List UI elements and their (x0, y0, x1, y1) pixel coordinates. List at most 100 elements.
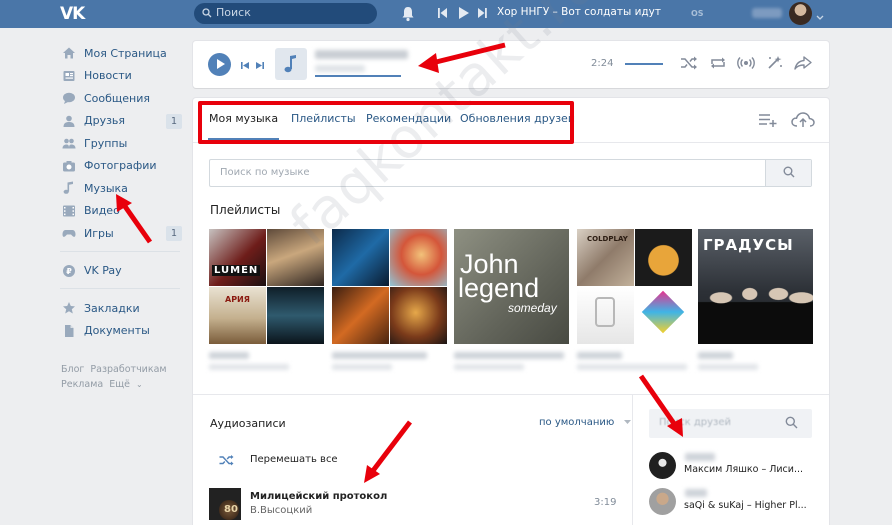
playlist-caption-blurred (577, 364, 687, 370)
footer-ads-link[interactable]: Реклама (61, 379, 103, 390)
sidebar-item-my-page[interactable]: Моя Страница (60, 42, 185, 65)
next-track-icon[interactable] (255, 59, 264, 73)
playlist-caption-blurred (209, 352, 249, 359)
volume-slider[interactable] (625, 63, 663, 65)
friend-avatar (649, 488, 676, 515)
music-search-input[interactable]: Поиск по музыке (209, 159, 812, 187)
music-note-icon (62, 181, 76, 195)
album-art (390, 287, 447, 344)
sidebar-item-label: Игры (84, 226, 114, 240)
user-name-blurred[interactable] (752, 8, 782, 18)
previous-track-icon[interactable] (241, 59, 250, 73)
recommendations-icon[interactable] (766, 55, 784, 74)
playlist-caption-blurred (454, 352, 564, 359)
album-art (267, 287, 324, 344)
playlist-cover-4[interactable]: COLDPLAY (577, 229, 692, 344)
friends-badge: 1 (166, 113, 182, 129)
sidebar-item-video[interactable]: Видео (60, 200, 185, 223)
player-time: 2:24 (591, 58, 614, 69)
sidebar-item-bookmarks[interactable]: Закладки (60, 297, 185, 320)
column-divider (632, 394, 633, 525)
shuffle-icon[interactable] (680, 55, 698, 74)
album-art (332, 229, 389, 286)
sidebar-item-label: Друзья (84, 114, 126, 128)
search-icon (785, 416, 798, 432)
sidebar-item-friends[interactable]: Друзья 1 (60, 110, 185, 133)
music-search-button[interactable] (765, 160, 811, 186)
header-search-input[interactable]: Поиск (194, 3, 377, 24)
music-content-panel: Моя музыка Плейлисты Рекомендации Обновл… (193, 98, 829, 525)
player-track-artist-blurred[interactable] (315, 65, 365, 72)
playlist-cover-1[interactable]: LUMEN АРИЯ (209, 229, 324, 344)
chevron-down-icon[interactable] (816, 10, 824, 24)
music-search-placeholder: Поиск по музыке (220, 167, 310, 178)
sidebar-item-documents[interactable]: Документы (60, 320, 185, 343)
friend-song[interactable]: saQi & suKaj – Higher Pl... (684, 500, 824, 511)
gamepad-icon (62, 226, 76, 240)
album-art: LUMEN (209, 229, 266, 286)
playlist-caption-blurred (454, 364, 524, 370)
sidebar-item-photos[interactable]: Фотографии (60, 155, 185, 178)
audio-row[interactable]: 80 Милицейский протокол В.Высоцкий 3:19 (209, 488, 616, 522)
music-tabs: Моя музыка Плейлисты Рекомендации Обновл… (193, 98, 829, 143)
sort-dropdown[interactable]: по умолчанию (539, 417, 631, 428)
header-player-controls (438, 6, 493, 23)
notifications-bell-icon[interactable] (401, 6, 415, 25)
track-artist[interactable]: В.Высоцкий (250, 505, 312, 516)
friend-audio-item[interactable]: saQi & suKaj – Higher Pl... (649, 488, 824, 520)
friend-name-blurred (685, 453, 715, 461)
chevron-down-icon[interactable]: ⌄ (136, 380, 143, 389)
player-progress-bar[interactable] (315, 75, 401, 77)
album-art-label: АРИЯ (225, 295, 250, 304)
active-tab-indicator (208, 138, 279, 140)
sidebar-item-music[interactable]: Музыка (60, 177, 185, 200)
footer-more-link[interactable]: Ещё (109, 379, 130, 390)
friend-song[interactable]: Максим Ляшко – Лиси... (684, 464, 824, 475)
news-icon (62, 69, 76, 83)
header-search-placeholder: Поиск (216, 6, 251, 19)
star-icon (62, 301, 76, 315)
repeat-icon[interactable] (709, 55, 727, 74)
friend-audio-item[interactable]: Максим Ляшко – Лиси... (649, 452, 824, 484)
shuffle-all-button[interactable]: Перемешать все (250, 454, 338, 465)
footer-blog-link[interactable]: Блог (61, 364, 84, 375)
tab-my-music[interactable]: Моя музыка (209, 112, 278, 125)
chevron-down-icon (623, 417, 631, 428)
sidebar-item-news[interactable]: Новости (60, 65, 185, 88)
header-now-playing[interactable]: Хор ННГУ – Вот солдаты идут (497, 6, 661, 18)
section-divider (193, 394, 829, 395)
sidebar-nav: Моя Страница Новости Сообщения Друзья 1 … (60, 42, 185, 342)
sidebar-item-vkpay[interactable]: ₽ VK Pay (60, 260, 185, 283)
friends-search-input[interactable]: Поиск друзей (649, 409, 812, 438)
play-button[interactable] (208, 53, 231, 76)
tab-friends-updates[interactable]: Обновления друзей (460, 112, 575, 125)
sidebar-item-messages[interactable]: Сообщения (60, 87, 185, 110)
track-cover-music-icon[interactable] (275, 48, 307, 80)
playlist-cover-5[interactable]: ГРАДУСЫ (698, 229, 813, 344)
sidebar-item-label: Моя Страница (84, 46, 167, 60)
track-title[interactable]: Милицейский протокол (250, 491, 387, 502)
shuffle-icon[interactable] (219, 454, 234, 469)
user-avatar[interactable] (789, 2, 812, 25)
playlist-cover-3[interactable]: John legend someday (454, 229, 569, 344)
playlist-caption-blurred (209, 364, 289, 370)
playlist-cover-2[interactable] (332, 229, 447, 344)
tab-recommendations[interactable]: Рекомендации (366, 112, 451, 125)
upload-cloud-icon[interactable] (791, 112, 815, 131)
friend-avatar (649, 452, 676, 479)
player-track-title-blurred[interactable] (315, 50, 408, 59)
vk-logo[interactable]: VK (60, 4, 90, 24)
add-playlist-icon[interactable] (758, 112, 778, 131)
sidebar-item-groups[interactable]: Группы (60, 132, 185, 155)
album-art-label: 80 (224, 504, 238, 515)
album-art: COLDPLAY (577, 229, 634, 286)
tab-playlists[interactable]: Плейлисты (291, 112, 356, 125)
album-art (698, 267, 813, 344)
album-art (390, 229, 447, 286)
sidebar-item-games[interactable]: Игры 1 (60, 222, 185, 245)
footer-developers-link[interactable]: Разработчикам (90, 364, 166, 375)
album-art-label: legend (458, 273, 540, 303)
games-badge: 1 (166, 226, 182, 241)
share-icon[interactable] (794, 55, 812, 74)
broadcast-icon[interactable] (737, 55, 755, 74)
